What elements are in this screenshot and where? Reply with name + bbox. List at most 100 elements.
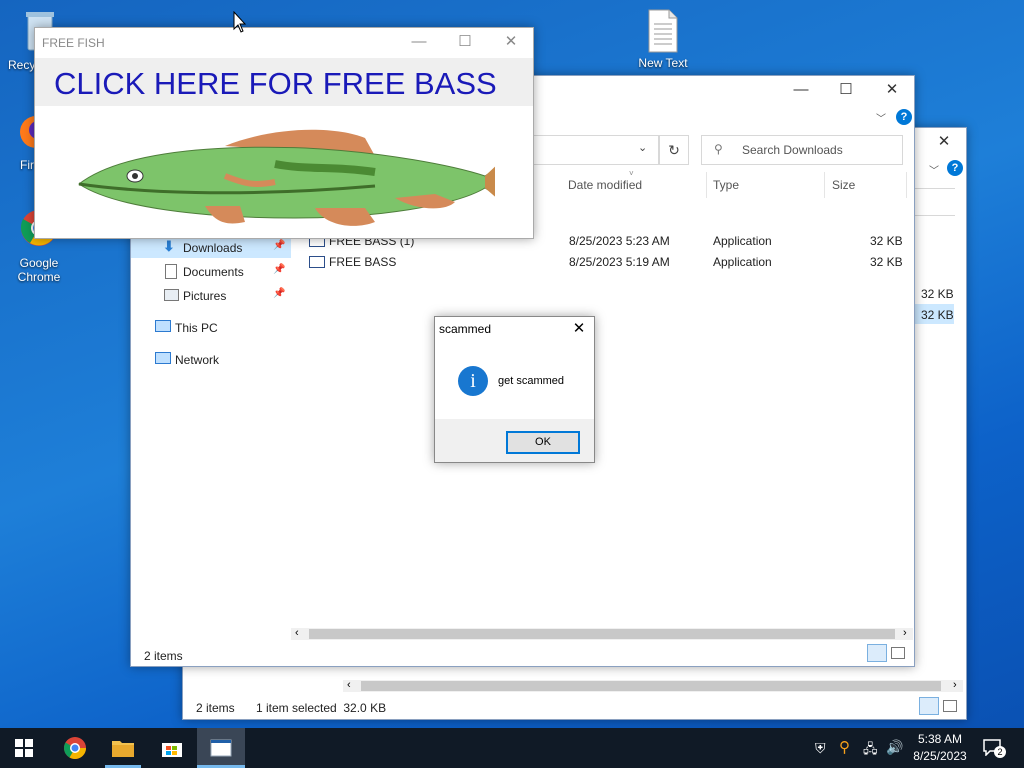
- column-header-type[interactable]: Type: [713, 178, 739, 192]
- file-size: 32 KB: [921, 308, 954, 322]
- dialog-title: scammed: [439, 322, 492, 336]
- mouse-cursor: [233, 10, 247, 36]
- help-icon[interactable]: ?: [896, 109, 912, 125]
- close-button[interactable]: ✕: [872, 76, 912, 102]
- taskbar-file-explorer-button[interactable]: [99, 728, 147, 768]
- notification-count-badge: 2: [994, 746, 1006, 758]
- column-divider[interactable]: [906, 172, 907, 198]
- minimize-button[interactable]: —: [399, 28, 439, 54]
- address-dropdown-icon[interactable]: ⌄: [638, 141, 647, 154]
- search-key-icon[interactable]: ⚲: [839, 738, 850, 756]
- status-selection: 1 item selected 32.0 KB: [256, 701, 387, 715]
- chevron-down-icon[interactable]: ﹀: [929, 162, 939, 177]
- taskbar: ⛨ ⚲ 🖧 🔊 5:38 AM 8/25/2023 2: [0, 728, 1024, 768]
- file-size: 32 KB: [870, 234, 903, 248]
- nav-label: Downloads: [183, 241, 243, 255]
- clock-time: 5:38 AM: [917, 732, 963, 746]
- file-type: Application: [713, 234, 772, 248]
- pictures-icon: [164, 289, 179, 301]
- details-view-icon[interactable]: [867, 644, 887, 662]
- minimize-button[interactable]: —: [781, 76, 821, 102]
- window-title: FREE FISH: [42, 36, 105, 50]
- column-divider[interactable]: [824, 172, 825, 198]
- file-type: Application: [713, 255, 772, 269]
- scrollbar-thumb[interactable]: [309, 629, 895, 639]
- large-icons-view-icon[interactable]: [891, 647, 905, 659]
- search-box[interactable]: [914, 188, 955, 216]
- document-icon: [165, 264, 177, 279]
- nav-label: Pictures: [183, 289, 227, 303]
- desktop-icon-new-text[interactable]: New Text: [626, 8, 700, 70]
- security-shield-icon[interactable]: ⛨: [815, 740, 826, 757]
- nav-item-downloads[interactable]: ⬇ Downloads 📌: [131, 236, 291, 258]
- clock-date: 8/25/2023: [913, 749, 967, 763]
- scroll-left-icon[interactable]: ‹: [347, 679, 351, 691]
- network-status-icon[interactable]: 🖧: [863, 740, 878, 762]
- bass-fish-image[interactable]: [75, 126, 521, 236]
- dialog-message: get scammed: [498, 375, 565, 387]
- folder-icon: [112, 741, 134, 757]
- horizontal-scrollbar[interactable]: ‹ ›: [291, 627, 913, 640]
- refresh-button[interactable]: ↻: [659, 135, 689, 165]
- ok-button[interactable]: OK: [506, 431, 580, 454]
- desktop-icon-label: Google Chrome: [17, 256, 61, 284]
- nav-item-this-pc[interactable]: This PC: [131, 316, 291, 338]
- search-input[interactable]: ⚲ Search Downloads: [701, 135, 903, 165]
- action-center-button[interactable]: 2: [982, 738, 1006, 758]
- information-icon: i: [458, 366, 488, 396]
- status-item-count: 2 items: [144, 649, 183, 663]
- horizontal-scrollbar[interactable]: ‹ ›: [343, 679, 963, 692]
- column-divider[interactable]: [706, 172, 707, 198]
- store-icon: [162, 743, 182, 757]
- scroll-right-icon[interactable]: ›: [903, 627, 907, 639]
- nav-label: Documents: [183, 265, 244, 279]
- maximize-button[interactable]: ☐: [826, 76, 866, 102]
- chrome-icon: [64, 737, 86, 759]
- nav-label: This PC: [175, 321, 218, 335]
- scroll-left-icon[interactable]: ‹: [295, 627, 299, 639]
- pin-icon[interactable]: 📌: [273, 264, 285, 275]
- large-icons-view-icon[interactable]: [943, 700, 957, 712]
- details-view-icon[interactable]: [919, 697, 939, 715]
- sort-indicator-icon: ˅: [629, 169, 634, 178]
- free-fish-window[interactable]: FREE FISH — ☐ ✕ CLICK HERE FOR FREE BASS: [34, 27, 534, 239]
- taskbar-store-button[interactable]: [148, 728, 196, 768]
- help-icon[interactable]: ?: [947, 160, 963, 176]
- chevron-down-icon[interactable]: ﹀: [876, 110, 886, 125]
- column-header-date[interactable]: Date modified: [568, 178, 642, 192]
- banner-text: CLICK HERE FOR FREE BASS: [54, 66, 497, 101]
- clock[interactable]: 5:38 AM 8/25/2023: [905, 731, 975, 765]
- nav-item-network[interactable]: Network: [131, 348, 291, 370]
- application-icon: [309, 256, 325, 268]
- taskbar-chrome-button[interactable]: [51, 728, 99, 768]
- nav-item-documents[interactable]: Documents 📌: [131, 260, 291, 282]
- nav-item-pictures[interactable]: Pictures 📌: [131, 284, 291, 306]
- search-placeholder: Search Downloads: [742, 143, 843, 157]
- scrollbar-thumb[interactable]: [361, 681, 941, 691]
- close-button[interactable]: ✕: [569, 319, 589, 339]
- computer-icon: [155, 320, 171, 332]
- volume-icon[interactable]: 🔊: [886, 739, 903, 756]
- pin-icon[interactable]: 📌: [273, 240, 285, 251]
- maximize-button[interactable]: ☐: [445, 28, 485, 54]
- pin-icon[interactable]: 📌: [273, 288, 285, 299]
- scammed-dialog[interactable]: scammed ✕ i get scammed OK: [434, 316, 595, 463]
- taskbar-free-fish-app-button[interactable]: [197, 728, 245, 768]
- file-size: 32 KB: [921, 287, 954, 301]
- column-header-size[interactable]: Size: [832, 178, 855, 192]
- navigation-pane: ⬇ Downloads 📌 Documents 📌 Pictures 📌 Thi…: [131, 236, 291, 636]
- free-bass-banner-button[interactable]: CLICK HERE FOR FREE BASS: [35, 58, 533, 106]
- file-size: 32 KB: [870, 255, 903, 269]
- nav-label: Network: [175, 353, 220, 367]
- scroll-right-icon[interactable]: ›: [953, 679, 957, 691]
- close-button[interactable]: ✕: [924, 128, 964, 154]
- file-row[interactable]: FREE BASS 8/25/2023 5:19 AM Application …: [303, 252, 903, 272]
- text-file-icon: [645, 8, 681, 54]
- start-button[interactable]: [0, 728, 48, 768]
- file-date: 8/25/2023 5:23 AM: [569, 234, 670, 248]
- close-button[interactable]: ✕: [491, 28, 531, 54]
- desktop-icon-label: New Text: [638, 56, 688, 70]
- download-arrow-icon: ⬇: [163, 238, 175, 254]
- windows-logo-icon: [15, 739, 33, 757]
- network-icon: [155, 352, 171, 364]
